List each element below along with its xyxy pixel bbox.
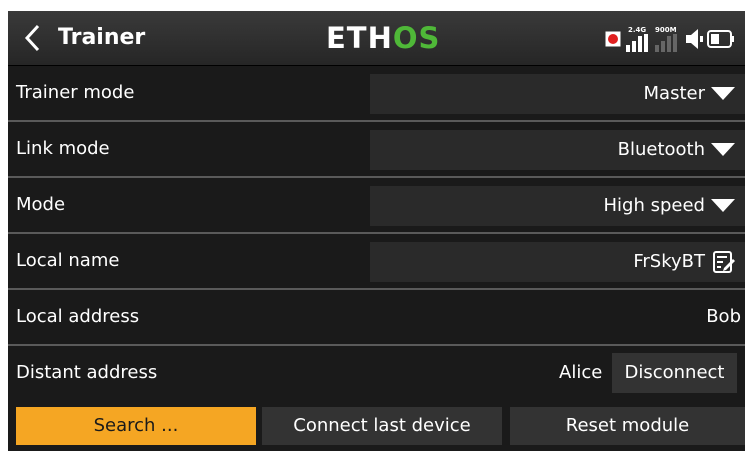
speaker-icon [686,29,703,49]
trainer-mode-label: Trainer mode [16,82,135,103]
trainer-mode-select[interactable]: Master [370,74,745,114]
search-button[interactable]: Search ... [16,407,256,445]
trainer-screen: Trainer ETHOS 2.4G 900M Trainer mode Mas… [8,11,745,451]
local-address-label: Local address [16,306,140,327]
battery-icon [707,30,734,48]
mode-value: High speed [603,195,705,216]
distant-address-label: Distant address [16,362,158,383]
trainer-mode-row: Trainer mode Master [8,66,745,122]
local-name-label: Local name [16,250,120,271]
logo-accent-text: OS [392,21,441,55]
900m-signal-icon: 900M [655,26,677,52]
header-bar: Trainer ETHOS 2.4G 900M [8,11,745,66]
chevron-down-icon [711,199,735,212]
chevron-down-icon [711,87,735,100]
disconnect-button[interactable]: Disconnect [612,353,737,393]
edit-icon[interactable] [712,250,736,274]
ethos-logo: ETHOS [326,21,440,55]
chevron-down-icon [711,143,735,156]
mode-label: Mode [16,194,66,215]
local-address-value: Bob [706,306,741,327]
action-bar: Search ... Connect last device Reset mod… [8,393,745,451]
link-mode-select[interactable]: Bluetooth [370,130,745,170]
page-title: Trainer [58,25,146,50]
local-address-row: Local address Bob [8,290,745,346]
local-name-row: Local name FrSkyBT [8,234,745,290]
link-mode-label: Link mode [16,138,110,159]
trainer-mode-value: Master [643,83,705,104]
reset-module-button[interactable]: Reset module [510,407,745,445]
link-mode-row: Link mode Bluetooth [8,122,745,178]
distant-address-row: Distant address Alice Disconnect [8,346,745,400]
2.4g-signal-icon: 2.4G [626,26,648,52]
local-name-field[interactable]: FrSkyBT [370,242,745,282]
chevron-left-icon[interactable] [22,23,44,53]
distant-address-value: Alice [559,362,603,383]
mode-select[interactable]: High speed [370,186,745,226]
logo-main-text: ETH [326,21,393,55]
link-mode-value: Bluetooth [617,139,705,160]
connect-last-device-button[interactable]: Connect last device [262,407,502,445]
svg-text:900M: 900M [655,26,677,34]
svg-text:2.4G: 2.4G [628,26,646,34]
local-name-value: FrSkyBT [633,251,705,272]
record-icon [605,31,621,47]
status-icons: 2.4G 900M [605,25,735,53]
mode-row: Mode High speed [8,178,745,234]
